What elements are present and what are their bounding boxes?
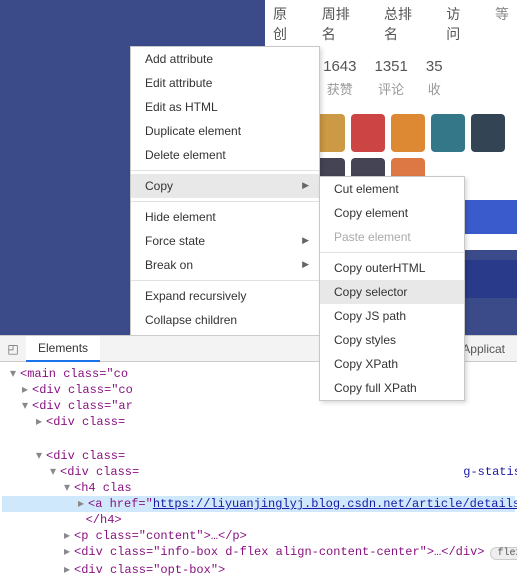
menu-copy[interactable]: Copy ▶ [131,174,319,198]
dom-node[interactable]: ▸<div class= "displ [2,414,515,430]
menu-force-state[interactable]: Force state ▶ [131,229,319,253]
menu-force-label: Force state [145,234,205,248]
dom-node[interactable]: ▸<div class="info-box d-flex align-conte… [2,544,515,562]
chevron-right-icon: ▶ [302,180,309,191]
expand-icon[interactable]: ▸ [22,382,32,398]
menu-collapse-children[interactable]: Collapse children [131,308,319,332]
dom-text: <div class="info-box d-flex align-conten… [74,545,484,559]
dom-text: <p class="content">…</p> [74,529,247,543]
submenu-copy-selector[interactable]: Copy selector [320,280,464,304]
stat-label: 获赞 [327,79,353,98]
dom-text: <div class="opt-box"> [74,563,225,577]
submenu-copy-js-path[interactable]: Copy JS path [320,304,464,328]
nav-tab[interactable]: 总排名 [384,4,424,44]
badge-icon[interactable] [471,114,505,152]
dom-text: <div class="co [32,383,133,397]
badge-icon[interactable] [351,114,385,152]
expand-icon[interactable]: ▾ [50,464,60,480]
dom-node[interactable]: ▾<h4 clas [2,480,515,496]
expand-icon[interactable]: ▾ [10,366,20,382]
expand-icon[interactable]: ▸ [64,528,74,544]
stat-value: 1643 [323,58,356,75]
submenu-copy-xpath[interactable]: Copy XPath [320,352,464,376]
dom-node[interactable]: </h4> [2,512,515,528]
flex-pill[interactable]: flex [490,547,517,560]
dom-text: <div class= [60,465,139,479]
dom-text: g-statistics" data-articleid= [463,465,517,479]
submenu-cut-element[interactable]: Cut element [320,177,464,201]
dom-node[interactable]: ▸<div class="opt-box"> [2,562,515,578]
menu-add-attribute[interactable]: Add attribute [131,47,319,71]
separator [131,201,319,202]
dom-text: </h4> [86,513,122,527]
dom-text: <div class="ar [32,399,133,413]
dom-node-selected[interactable]: ▸<a href="https://liyuanjinglyj.blog.csd… [2,496,515,512]
submenu-copy-styles[interactable]: Copy styles [320,328,464,352]
nav-tab[interactable]: 访问 [446,4,473,44]
menu-break-label: Break on [145,258,193,272]
stat-label: 评论 [378,79,404,98]
expand-icon[interactable]: ▸ [36,414,46,430]
menu-hide-element[interactable]: Hide element [131,205,319,229]
dom-text: <div class= [46,415,125,429]
menu-edit-attribute[interactable]: Edit attribute [131,71,319,95]
nav-tab[interactable]: 等 [495,4,509,44]
menu-edit-as-html[interactable]: Edit as HTML [131,95,319,119]
dom-node[interactable]: ▾<div class= [2,448,515,464]
dom-text: <main class="co [20,367,128,381]
stat: 35 收 [426,58,443,102]
badge-icon[interactable] [431,114,465,152]
dom-node[interactable]: enter">…</div>flex [2,430,515,448]
dom-node[interactable]: ▸<p class="content">…</p> [2,528,515,544]
stat-label: 收 [428,79,441,98]
inspect-icon[interactable]: ◰ [0,342,26,356]
dom-url[interactable]: https://liyuanjinglyj.blog.csdn.net/arti… [153,497,517,511]
stat-value: 35 [426,58,443,75]
nav-tab[interactable]: 周排名 [322,4,362,44]
copy-submenu: Cut element Copy element Paste element C… [319,176,465,401]
tab-elements[interactable]: Elements [26,336,100,362]
menu-duplicate-element[interactable]: Duplicate element [131,119,319,143]
menu-delete-element[interactable]: Delete element [131,143,319,167]
expand-icon[interactable]: ▸ [78,496,88,512]
expand-icon[interactable]: ▸ [64,562,74,578]
badge-icon[interactable] [391,114,425,152]
separator [320,252,464,253]
nav-row: 原创 周排名 总排名 访问 等 [265,0,517,44]
dom-text: <a href=" [88,497,153,511]
expand-icon[interactable]: ▾ [22,398,32,414]
dom-node[interactable]: ▾<div class= g-statistics" data-articlei… [2,464,515,480]
menu-copy-label: Copy [145,179,173,193]
expand-icon[interactable]: ▾ [36,448,46,464]
stat-value: 1351 [374,58,407,75]
expand-icon[interactable]: ▾ [64,480,74,496]
dom-text: <div class= [46,449,125,463]
dom-text: <h4 clas [74,481,132,495]
expand-icon[interactable]: ▸ [64,544,74,560]
menu-break-on[interactable]: Break on ▶ [131,253,319,277]
submenu-copy-element[interactable]: Copy element [320,201,464,225]
stat: 1643 获赞 [323,58,356,102]
submenu-copy-outerhtml[interactable]: Copy outerHTML [320,256,464,280]
chevron-right-icon: ▶ [302,235,309,246]
menu-expand-recursively[interactable]: Expand recursively [131,284,319,308]
submenu-copy-full-xpath[interactable]: Copy full XPath [320,376,464,400]
nav-tab[interactable]: 原创 [273,4,300,44]
submenu-paste-element: Paste element [320,225,464,249]
chevron-right-icon: ▶ [302,259,309,270]
stat: 1351 评论 [374,58,407,102]
separator [131,280,319,281]
separator [131,170,319,171]
